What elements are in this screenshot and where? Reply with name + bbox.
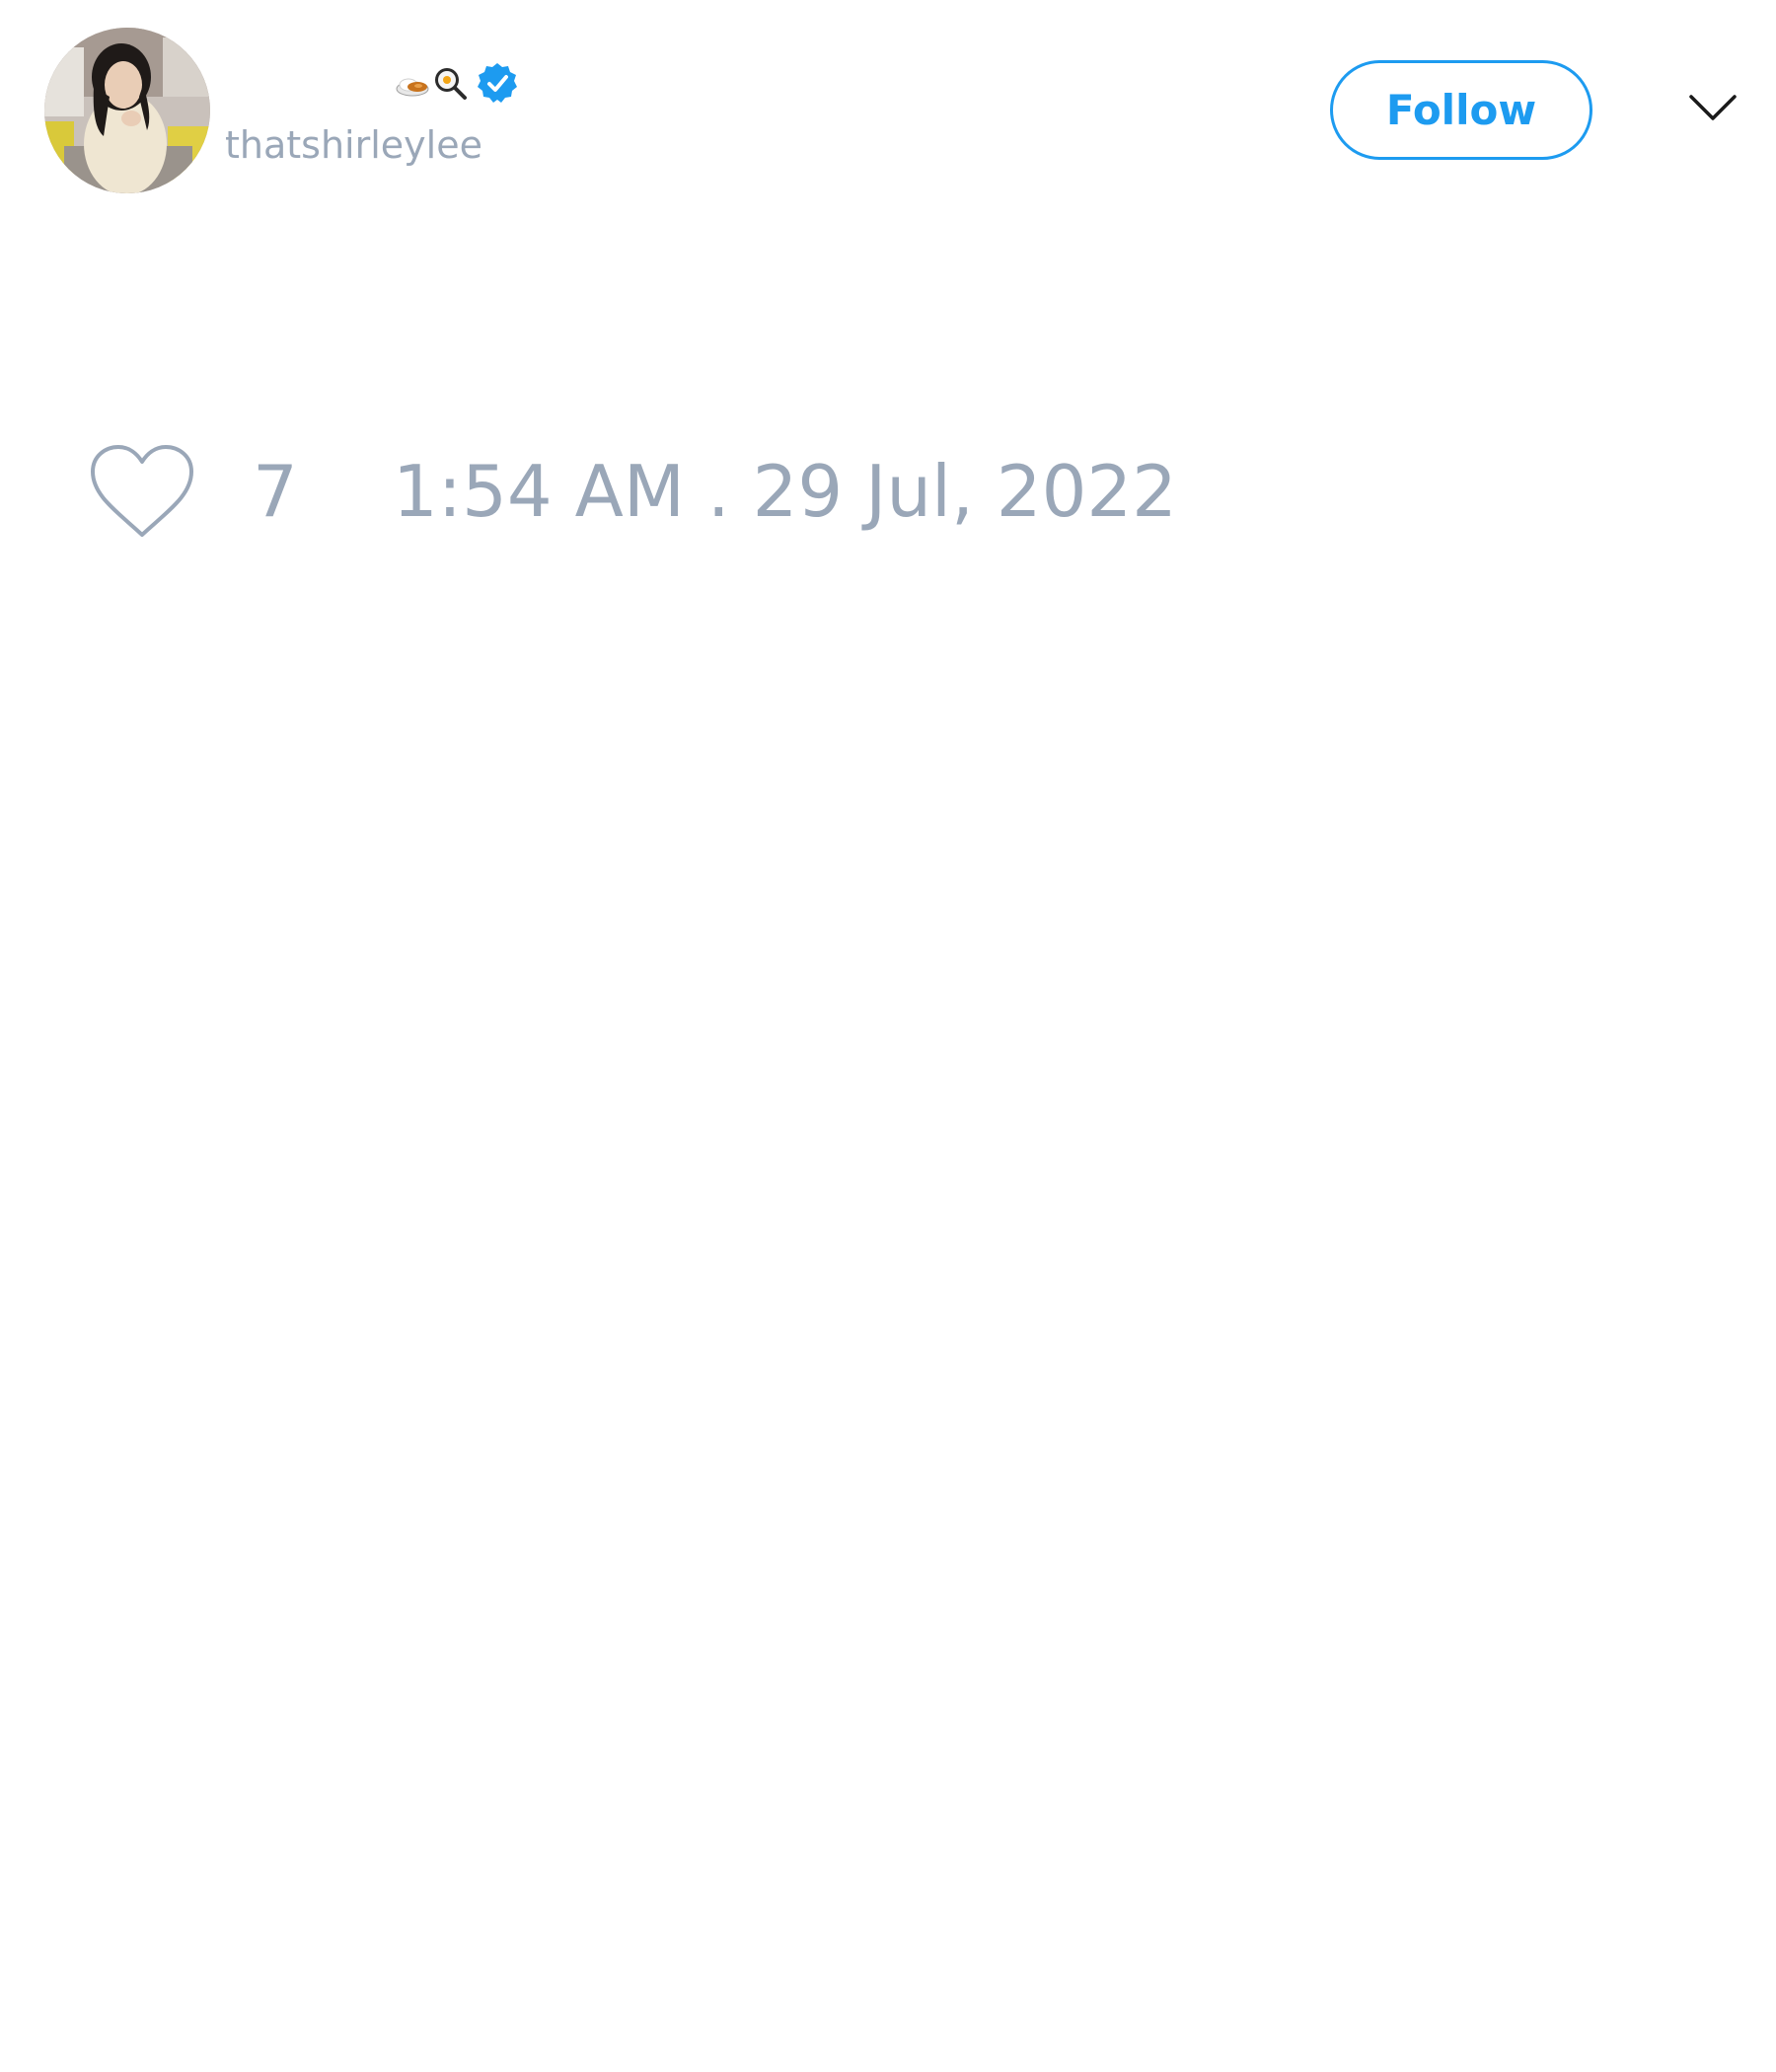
more-options-button[interactable]: [1685, 85, 1740, 130]
frying-pan-egg-emoji: [432, 65, 468, 101]
chevron-down-icon: [1689, 95, 1737, 120]
curry-rice-emoji: [395, 65, 430, 101]
follow-button[interactable]: Follow: [1330, 60, 1592, 160]
tweet-timestamp[interactable]: 1:54 AM . 29 Jul, 2022: [393, 456, 1177, 527]
tweet-card: thatshirleylee Follow 7 1:54 AM . 29 Jul…: [0, 0, 1776, 2072]
verified-badge-icon: [476, 61, 519, 105]
like-count: 7: [253, 450, 298, 533]
author-name-row[interactable]: [225, 55, 519, 111]
avatar[interactable]: [44, 28, 210, 193]
display-name[interactable]: [225, 63, 395, 103]
author-handle[interactable]: thatshirleylee: [225, 126, 482, 164]
heart-icon: [91, 445, 193, 537]
like-button[interactable]: [87, 444, 197, 543]
avatar-photo: [44, 28, 210, 193]
